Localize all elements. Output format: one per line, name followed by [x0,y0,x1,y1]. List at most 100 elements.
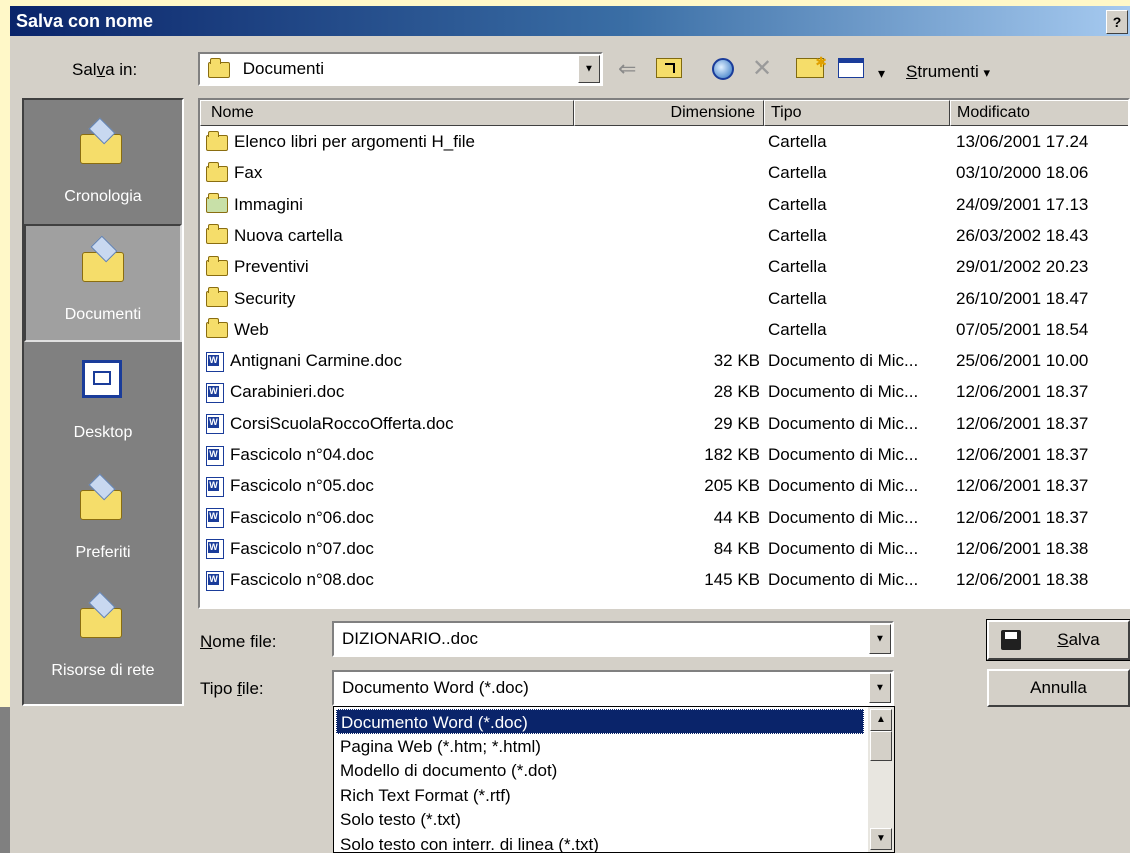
filename-combo[interactable]: DIZIONARIO..doc ▼ [332,621,894,657]
back-arrow-icon[interactable]: ⇐ [618,58,636,80]
file-type: Documento di Mic... [768,413,919,433]
file-modified: 26/10/2001 18.47 [956,288,1089,308]
help-button[interactable]: ? [1106,10,1128,34]
file-row[interactable]: Fascicolo n°08.doc 145 KB Documento di Mic… [200,566,1128,597]
file-name: Immagini [234,194,303,214]
floppy-disk-icon [1001,630,1021,650]
file-row[interactable]: Immagini Cartella 24/09/2001 17.13 [200,191,1128,222]
file-modified: 12/06/2001 18.38 [956,538,1089,558]
lookin-dropdown-button[interactable]: ▼ [578,55,600,83]
file-size: 44 KB [713,507,760,527]
filetype-combo[interactable]: Documento Word (*.doc) ▼ [332,670,894,706]
place-cronologia[interactable]: Cronologia [24,108,182,226]
column-header-type[interactable]: Tipo [764,100,950,126]
filename-label: Nome file: [200,632,277,651]
file-name: Fascicolo n°08.doc [230,570,374,590]
views-dropdown-icon[interactable]: ▾ [878,62,885,84]
file-name: Fascicolo n°06.doc [230,507,374,527]
file-name: Carabinieri.doc [230,382,345,402]
search-web-icon[interactable] [712,58,734,84]
file-list[interactable]: Nome Dimensione Tipo Modificato Elenco l… [198,98,1130,609]
column-header-size[interactable]: Dimensione [574,100,764,126]
file-row[interactable]: Fascicolo n°06.doc 44 KB Documento di Mic.… [200,504,1128,535]
file-modified: 07/05/2001 18.54 [956,319,1089,339]
filetype-dropdown-button[interactable]: ▼ [869,673,891,703]
word-document-icon [206,414,224,435]
new-folder-icon[interactable]: ✱ [796,54,827,82]
file-row[interactable]: Fax Cartella 03/10/2000 18.06 [200,159,1128,190]
file-row[interactable]: Fascicolo n°07.doc 84 KB Documento di Mic.… [200,535,1128,566]
file-modified: 12/06/2001 18.37 [956,382,1089,402]
file-name: CorsiScuolaRoccoOfferta.doc [230,413,454,433]
cancel-button[interactable]: Annulla [987,669,1130,707]
file-type: Cartella [768,132,827,151]
place-documenti[interactable]: Documenti [24,224,182,342]
place-preferiti[interactable]: Preferiti [24,464,182,582]
file-size: 32 KB [713,351,760,371]
chevron-down-icon: ▼ [584,63,594,75]
file-modified: 12/06/2001 18.37 [956,413,1089,433]
file-name: Fascicolo n°07.doc [230,538,374,558]
column-header-name[interactable]: Nome [200,100,574,126]
column-header-modified[interactable]: Modificato [950,100,1128,126]
file-row[interactable]: Nuova cartella Cartella 26/03/2002 18.43 [200,222,1128,253]
filetype-option[interactable]: Solo testo (*.txt) [336,807,868,832]
pictures-folder-icon [206,193,228,214]
scroll-down-button[interactable]: ▼ [870,828,892,850]
filetype-dropdown-list[interactable]: Documento Word (*.doc) Pagina Web (*.htm;… [333,706,895,853]
file-row[interactable]: Fascicolo n°05.doc 205 KB Documento di Mic… [200,472,1128,503]
scroll-down-icon: ▼ [876,833,886,844]
lookin-value: Documenti [242,59,324,78]
delete-icon[interactable]: ✕ [752,57,772,81]
file-size: 84 KB [713,538,760,558]
filetype-option[interactable]: Rich Text Format (*.rtf) [336,783,868,808]
word-document-icon [206,476,224,497]
file-size: 182 KB [704,445,760,464]
filename-input[interactable]: DIZIONARIO..doc [342,629,478,649]
file-modified: 25/06/2001 10.00 [956,351,1089,371]
filetype-option[interactable]: Solo testo con interr. di linea (*.txt) [336,832,868,853]
file-row[interactable]: Carabinieri.doc 28 KB Documento di Mic... 1… [200,378,1128,409]
file-type: Cartella [768,257,827,277]
file-type: Cartella [768,163,827,183]
file-row[interactable]: Web Cartella 07/05/2001 18.54 [200,316,1128,347]
file-row[interactable]: Preventivi Cartella 29/01/2002 20.23 [200,253,1128,284]
history-icon [80,124,124,164]
word-document-icon [206,445,224,466]
file-row[interactable]: Fascicolo n°04.doc 182 KB Documento di Mic… [200,441,1128,472]
filetype-option[interactable]: Modello di documento (*.dot) [336,758,868,783]
word-document-icon [206,382,224,403]
chevron-down-icon: ▼ [875,633,885,645]
filename-dropdown-button[interactable]: ▼ [869,624,891,654]
file-row[interactable]: Antignani Carmine.doc 32 KB Documento di M… [200,347,1128,378]
file-row[interactable]: Elenco libri per argomenti H_file Cartell… [200,128,1128,159]
place-risorse-di-rete[interactable]: Risorse di rete [24,582,182,700]
place-label: Risorse di rete [51,662,155,679]
chevron-down-icon: ▼ [875,682,885,694]
file-size: 28 KB [713,382,760,402]
file-type: Documento di Mic... [768,445,919,464]
up-folder-icon[interactable] [656,58,682,82]
lookin-combo[interactable]: Documenti ▼ [198,52,603,86]
file-modified: 03/10/2000 18.06 [956,163,1089,183]
file-name: Antignani Carmine.doc [230,351,402,371]
filetype-option[interactable]: Documento Word (*.doc) [336,709,864,734]
views-icon[interactable] [838,58,864,82]
filetype-value: Documento Word (*.doc) [342,678,529,697]
folder-icon [206,130,228,151]
lookin-label: Salva in: [72,60,138,79]
title-bar[interactable]: Salva con nome ? [10,6,1130,36]
filetype-label: Tipo file: [200,679,264,698]
save-button[interactable]: Salva [986,619,1130,661]
file-modified: 12/06/2001 18.38 [956,570,1089,590]
place-desktop[interactable]: Desktop [24,344,182,462]
file-name: Security [234,288,296,308]
file-row[interactable]: CorsiScuolaRoccoOfferta.doc 29 KB Document… [200,410,1128,441]
dropdown-scrollbar[interactable]: ▲ ▼ [868,707,894,852]
tools-menu[interactable]: Strumenti ▾ [906,62,990,82]
scroll-up-button[interactable]: ▲ [870,709,892,731]
file-type: Documento di Mic... [768,476,919,496]
scroll-thumb[interactable] [870,731,892,761]
file-row[interactable]: Security Cartella 26/10/2001 18.47 [200,285,1128,316]
filetype-option[interactable]: Pagina Web (*.htm; *.html) [336,734,868,759]
